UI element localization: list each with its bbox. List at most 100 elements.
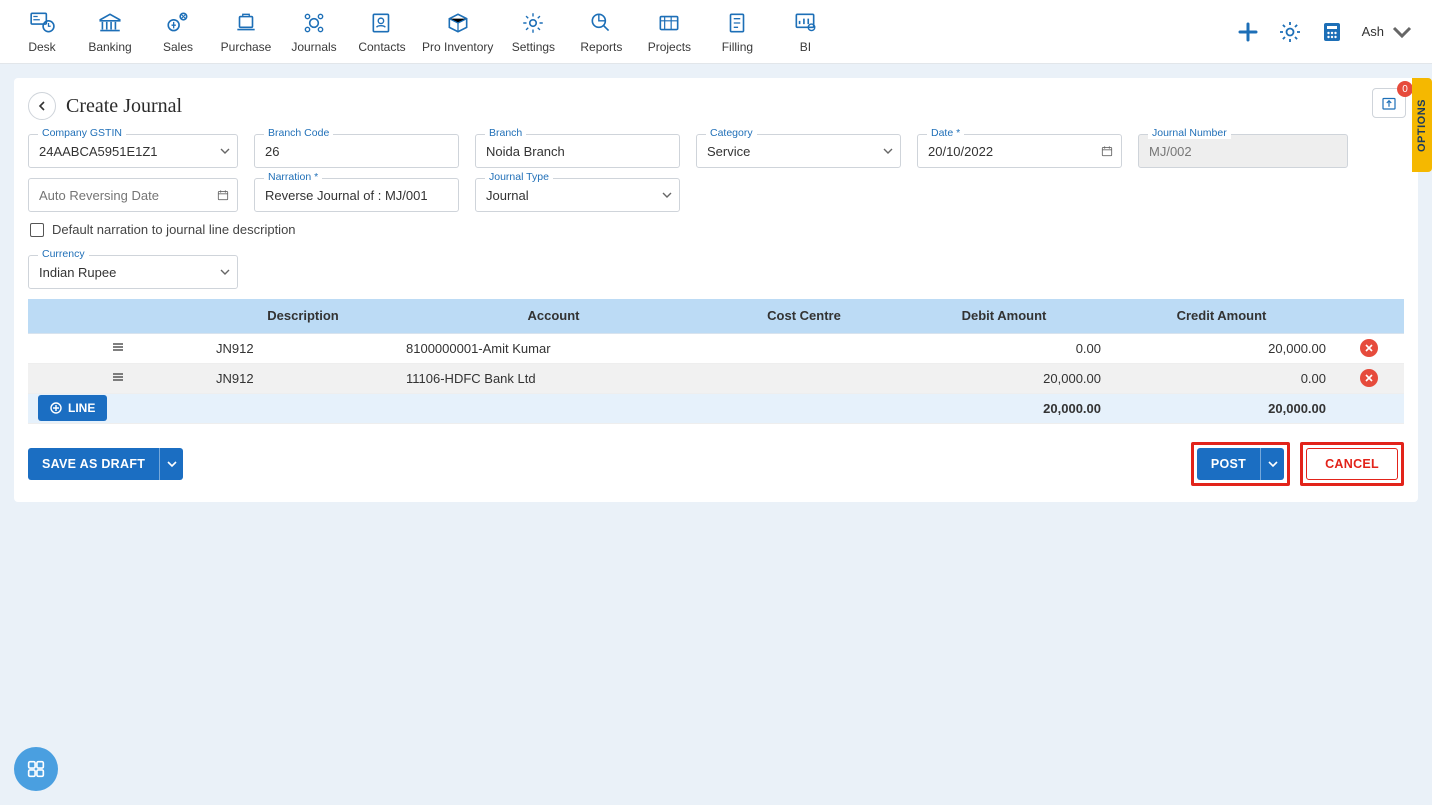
category-field[interactable]: Category — [696, 134, 901, 168]
save-draft-group: SAVE AS DRAFT — [28, 448, 183, 480]
nav-contacts[interactable]: Contacts — [354, 10, 410, 54]
col-remove — [1334, 299, 1404, 333]
company-gstin-field[interactable]: Company GSTIN — [28, 134, 238, 168]
field-label: Journal Number — [1148, 127, 1231, 139]
narration-field[interactable]: Narration * — [254, 178, 459, 212]
back-button[interactable] — [28, 92, 56, 120]
close-icon — [1364, 343, 1374, 353]
journal-type-input[interactable] — [475, 178, 680, 212]
cancel-button[interactable]: CANCEL — [1306, 448, 1398, 480]
chevron-down-icon — [1268, 459, 1278, 469]
remove-row-button[interactable] — [1360, 339, 1378, 357]
branch-code-field[interactable]: Branch Code — [254, 134, 459, 168]
default-narration-checkbox[interactable] — [30, 223, 44, 237]
post-dropdown[interactable] — [1260, 448, 1284, 480]
gear-icon[interactable] — [1278, 20, 1302, 44]
cell-account[interactable]: 11106-HDFC Bank Ltd — [398, 363, 709, 393]
options-side-tab[interactable]: OPTIONS — [1412, 78, 1432, 172]
narration-input[interactable] — [254, 178, 459, 212]
col-account: Account — [398, 299, 709, 333]
contacts-icon — [368, 10, 396, 36]
apps-fab[interactable] — [14, 747, 58, 791]
cell-cost-centre[interactable] — [709, 363, 899, 393]
cell-debit[interactable]: 0.00 — [899, 333, 1109, 363]
grid-icon — [25, 758, 47, 780]
field-label: Category — [706, 127, 757, 139]
cell-cost-centre[interactable] — [709, 333, 899, 363]
top-actions: Ash — [1236, 20, 1414, 44]
top-navigation: Desk Banking Sales Purchase Journals Con… — [0, 0, 1432, 64]
drag-handle-icon[interactable] — [111, 370, 125, 384]
nav-reports[interactable]: Reports — [573, 10, 629, 54]
col-credit: Credit Amount — [1109, 299, 1334, 333]
cell-description[interactable]: JN912 — [208, 363, 398, 393]
save-draft-dropdown[interactable] — [159, 448, 183, 480]
field-label: Currency — [38, 248, 89, 260]
journal-type-field[interactable]: Journal Type — [475, 178, 680, 212]
nav-sales[interactable]: Sales — [150, 10, 206, 54]
branch-code-input[interactable] — [254, 134, 459, 168]
calculator-icon[interactable] — [1320, 20, 1344, 44]
default-narration-row[interactable]: Default narration to journal line descri… — [30, 222, 1404, 237]
drag-handle-icon[interactable] — [111, 340, 125, 354]
desk-icon — [28, 10, 56, 36]
nav-projects[interactable]: Projects — [641, 10, 697, 54]
company-gstin-input[interactable] — [28, 134, 238, 168]
upload-attachments-button[interactable]: 0 — [1372, 88, 1406, 118]
nav-banking[interactable]: Banking — [82, 10, 138, 54]
user-name: Ash — [1362, 24, 1384, 39]
nav-settings[interactable]: Settings — [505, 10, 561, 54]
col-drag — [28, 299, 208, 333]
currency-field[interactable]: Currency — [28, 255, 238, 289]
nav-purchase[interactable]: Purchase — [218, 10, 274, 54]
nav-label: Filling — [722, 40, 753, 54]
cell-credit[interactable]: 20,000.00 — [1109, 333, 1334, 363]
user-menu[interactable]: Ash — [1362, 20, 1414, 44]
table-row[interactable]: JN912 11106-HDFC Bank Ltd 20,000.00 0.00 — [28, 363, 1404, 393]
auto-reversing-field[interactable] — [28, 178, 238, 212]
page-card: 0 Create Journal Company GSTIN Branch Co… — [14, 78, 1418, 502]
bi-icon — [791, 10, 819, 36]
date-input[interactable] — [917, 134, 1122, 168]
settings-icon — [519, 10, 547, 36]
nav-filling[interactable]: Filling — [709, 10, 765, 54]
footer-actions: SAVE AS DRAFT POST CANCEL — [28, 442, 1404, 486]
page-title: Create Journal — [66, 95, 182, 118]
nav-label: Projects — [648, 40, 691, 54]
nav-bi[interactable]: BI — [777, 10, 833, 54]
branch-input[interactable] — [475, 134, 680, 168]
add-icon[interactable] — [1236, 20, 1260, 44]
cell-description[interactable]: JN912 — [208, 333, 398, 363]
save-draft-button[interactable]: SAVE AS DRAFT — [28, 448, 159, 480]
date-field[interactable]: Date * — [917, 134, 1122, 168]
col-debit: Debit Amount — [899, 299, 1109, 333]
sales-icon — [164, 10, 192, 36]
auto-reversing-input[interactable] — [28, 178, 238, 212]
cell-debit[interactable]: 20,000.00 — [899, 363, 1109, 393]
chevron-down-icon — [167, 459, 177, 469]
cell-account[interactable]: 8100000001-Amit Kumar — [398, 333, 709, 363]
nav-label: Sales — [163, 40, 193, 54]
nav-journals[interactable]: Journals — [286, 10, 342, 54]
journals-icon — [300, 10, 328, 36]
total-debit: 20,000.00 — [899, 393, 1109, 423]
journal-lines-table: Description Account Cost Centre Debit Am… — [28, 299, 1404, 424]
table-row[interactable]: JN912 8100000001-Amit Kumar 0.00 20,000.… — [28, 333, 1404, 363]
add-line-button[interactable]: LINE — [38, 395, 107, 421]
filling-icon — [723, 10, 751, 36]
branch-field[interactable]: Branch — [475, 134, 680, 168]
chevron-down-icon — [1390, 20, 1414, 44]
upload-badge: 0 — [1397, 81, 1413, 97]
remove-row-button[interactable] — [1360, 369, 1378, 387]
projects-icon — [655, 10, 683, 36]
post-button[interactable]: POST — [1197, 448, 1260, 480]
add-line-label: LINE — [68, 401, 95, 415]
field-label: Date * — [927, 127, 964, 139]
purchase-icon — [232, 10, 260, 36]
close-icon — [1364, 373, 1374, 383]
nav-pro-inventory[interactable]: Pro Inventory — [422, 10, 493, 54]
cell-credit[interactable]: 0.00 — [1109, 363, 1334, 393]
category-input[interactable] — [696, 134, 901, 168]
nav-desk[interactable]: Desk — [14, 10, 70, 54]
currency-input[interactable] — [28, 255, 238, 289]
